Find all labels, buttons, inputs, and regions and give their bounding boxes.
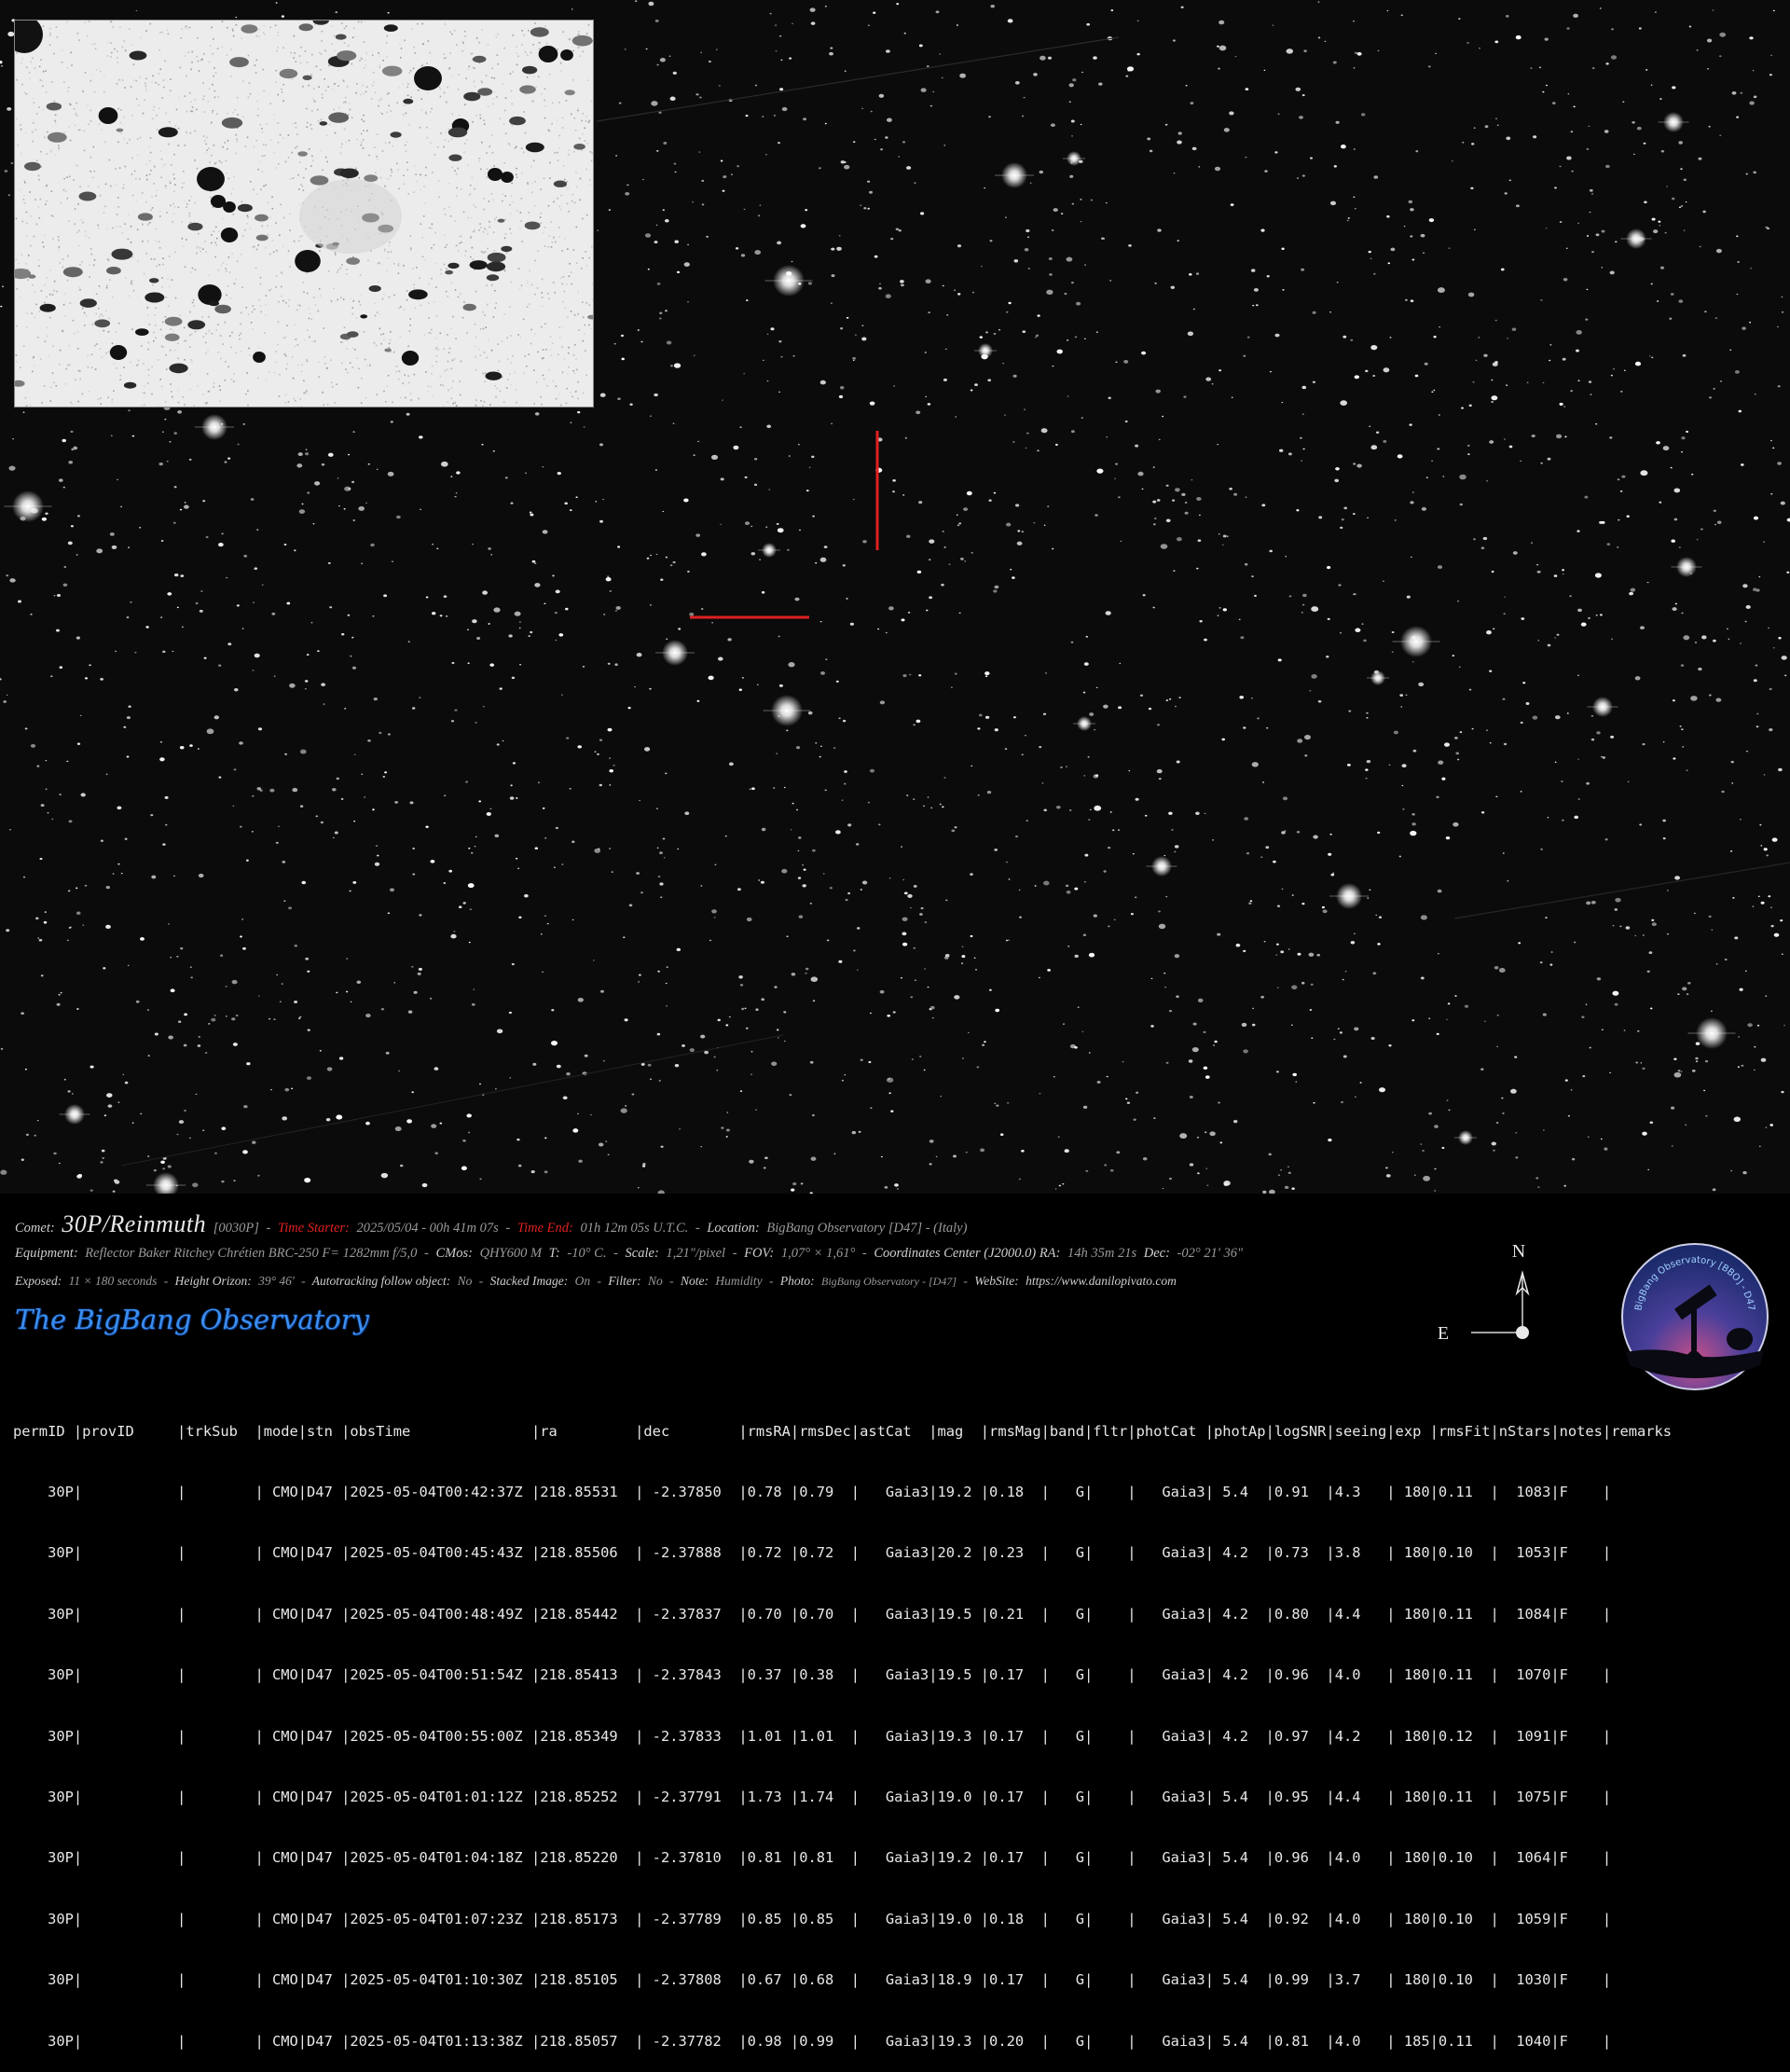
stacked-label: Stacked Image:	[490, 1274, 569, 1288]
observatory-logo: BigBang Observatory [BBO] - D47	[1620, 1242, 1769, 1391]
filter-value: No	[648, 1274, 663, 1288]
compass-north-label: N	[1512, 1241, 1525, 1262]
table-row: 30P| | | CMO|D47 |2025-05-04T01:04:18Z |…	[13, 1848, 1672, 1869]
fov-label: FOV:	[744, 1246, 774, 1261]
comet-coma	[299, 179, 402, 254]
location-value: BigBang Observatory [D47] - (Italy)	[766, 1221, 967, 1236]
equipment-value: Reflector Baker Ritchey Chrétien BRC-250…	[85, 1246, 417, 1261]
table-row: 30P| | | CMO|D47 |2025-05-04T00:45:43Z |…	[13, 1543, 1672, 1564]
caption-line-2: Equipment: Reflector Baker Ritchey Chrét…	[15, 1246, 1246, 1262]
autotrack-label: Autotracking follow object:	[312, 1274, 450, 1288]
exposed-label: Exposed:	[15, 1274, 62, 1288]
photo-label: Photo:	[780, 1274, 815, 1288]
time-end-label: Time End:	[517, 1221, 573, 1236]
website-label: WebSite:	[974, 1274, 1019, 1288]
scale-label: Scale:	[626, 1246, 659, 1261]
dec-label: Dec:	[1144, 1246, 1170, 1261]
caption-line-1: Comet: 30P/Reinmuth [0030P] - Time Start…	[15, 1210, 971, 1238]
comet-code: [0030P]	[213, 1221, 259, 1236]
cmos-label: CMos:	[435, 1246, 472, 1261]
equipment-label: Equipment:	[15, 1246, 78, 1261]
comet-label: Comet:	[15, 1221, 55, 1236]
note-value: Humidity	[715, 1274, 762, 1288]
autotrack-value: No	[458, 1274, 473, 1288]
table-row: 30P| | | CMO|D47 |2025-05-04T01:01:12Z |…	[13, 1788, 1672, 1808]
temp-label: T:	[549, 1246, 560, 1261]
time-start-label: Time Starter:	[278, 1221, 350, 1236]
table-row: 30P| | | CMO|D47 |2025-05-04T00:48:49Z |…	[13, 1605, 1672, 1625]
compass-east-label: E	[1438, 1323, 1449, 1344]
exposed-value: 11 × 180 seconds	[69, 1274, 158, 1288]
fov-value: 1,07° × 1,61°	[781, 1246, 855, 1261]
table-row: 30P| | | CMO|D47 |2025-05-04T01:13:38Z |…	[13, 2032, 1672, 2052]
table-row: 30P| | | CMO|D47 |2025-05-04T01:10:30Z |…	[13, 1970, 1672, 1991]
compass-center-icon	[1516, 1326, 1529, 1339]
astrometry-table: permID |provID |trkSub |mode|stn |obsTim…	[13, 1381, 1672, 2072]
tree-icon	[1727, 1328, 1753, 1350]
cmos-value: QHY600 M	[480, 1246, 542, 1261]
ra-value: 14h 35m 21s	[1067, 1246, 1136, 1261]
time-end-value: 01h 12m 05s U.T.C.	[581, 1221, 689, 1236]
photo-value: BigBang Observatory - [D47]	[821, 1275, 957, 1288]
website-link[interactable]: https://www.danilopivato.com	[1026, 1274, 1177, 1288]
height-value: 39° 46'	[258, 1274, 295, 1288]
temp-value: -10° C.	[567, 1246, 606, 1261]
location-label: Location:	[707, 1221, 759, 1236]
time-start-value: 2025/05/04 - 00h 41m 07s	[357, 1221, 499, 1236]
comet-name: 30P/Reinmuth	[62, 1210, 206, 1237]
dec-value: -02° 21' 36"	[1177, 1246, 1244, 1261]
note-label: Note:	[681, 1274, 709, 1288]
table-row: 30P| | | CMO|D47 |2025-05-04T00:51:54Z |…	[13, 1665, 1672, 1686]
table-row: 30P| | | CMO|D47 |2025-05-04T01:07:23Z |…	[13, 1910, 1672, 1930]
scale-value: 1,21"/pixel	[666, 1246, 725, 1261]
observatory-brand-title: The BigBang Observatory	[15, 1304, 369, 1335]
comet-inset-negative	[15, 21, 593, 407]
table-header: permID |provID |trkSub |mode|stn |obsTim…	[13, 1422, 1672, 1443]
table-row: 30P| | | CMO|D47 |2025-05-04T00:42:37Z |…	[13, 1483, 1672, 1503]
table-row: 30P| | | CMO|D47 |2025-05-04T00:55:00Z |…	[13, 1727, 1672, 1747]
coords-label: Coordinates Center (J2000.0) RA:	[874, 1246, 1060, 1261]
caption-line-3: Exposed: 11 × 180 seconds - Height Orizo…	[15, 1274, 1180, 1289]
stacked-value: On	[575, 1274, 591, 1288]
filter-label: Filter:	[608, 1274, 640, 1288]
compass-rose: N E	[1426, 1236, 1538, 1347]
height-label: Height Orizon:	[175, 1274, 252, 1288]
